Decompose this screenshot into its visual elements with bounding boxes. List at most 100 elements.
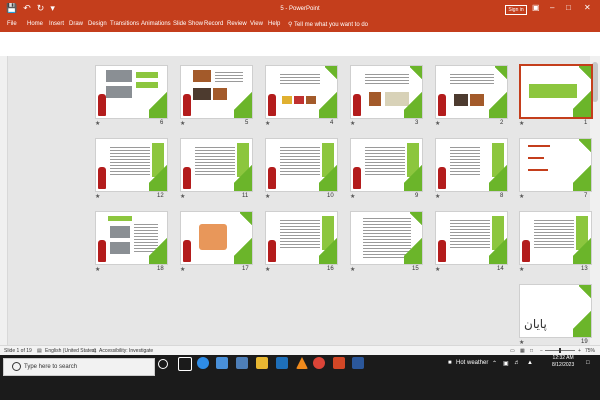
task-view-icon[interactable] <box>178 357 192 371</box>
slide-thumbnail-13[interactable] <box>519 211 592 265</box>
transition-star-icon: ★ <box>350 267 356 273</box>
language-status[interactable]: English (United States) <box>45 348 96 354</box>
edge-icon[interactable] <box>197 357 209 369</box>
transition-star-icon: ★ <box>265 121 271 127</box>
slide-thumbnail-6[interactable] <box>95 65 168 119</box>
slide-thumbnail-5[interactable] <box>180 65 253 119</box>
accessibility-status[interactable]: Accessibility: Investigate <box>99 348 153 354</box>
clock[interactable]: 12:32 AM 8/12/2023 <box>552 355 574 369</box>
tab-draw[interactable]: Draw <box>69 21 83 27</box>
ribbon-tabs: File Home Insert Draw Design Transitions… <box>0 18 600 32</box>
tab-animations[interactable]: Animations <box>141 21 171 27</box>
slide-number: 9 <box>415 193 419 199</box>
zoom-level[interactable]: 75% <box>585 348 595 354</box>
slide-thumbnail-14[interactable] <box>435 211 508 265</box>
slide-thumbnail-12[interactable] <box>95 138 168 192</box>
slide-thumbnail-3[interactable] <box>350 65 423 119</box>
vlc-icon[interactable] <box>296 357 308 369</box>
maximize-icon[interactable]: □ <box>566 3 571 12</box>
tab-transitions[interactable]: Transitions <box>110 21 139 27</box>
tell-me-label: Tell me what you want to do <box>293 22 368 28</box>
slide-thumbnail-4[interactable] <box>265 65 338 119</box>
tab-insert[interactable]: Insert <box>49 21 64 27</box>
language-indicator-icon[interactable]: ▲ <box>527 360 533 366</box>
slide-sorter-icon[interactable]: ▦ <box>520 348 525 354</box>
tell-me-search[interactable]: ⚲ Tell me what you want to do <box>288 21 368 28</box>
tab-slide-show[interactable]: Slide Show <box>173 21 203 27</box>
weather-icon[interactable]: ■ <box>448 360 452 366</box>
file-explorer-icon[interactable] <box>256 357 268 369</box>
zoom-out-icon[interactable]: − <box>540 348 543 354</box>
app-icon[interactable] <box>276 357 288 369</box>
sign-in-button[interactable]: Sign in <box>505 5 527 15</box>
slide-number: 14 <box>497 266 504 272</box>
slide-thumbnail-10[interactable] <box>265 138 338 192</box>
tab-help[interactable]: Help <box>268 21 280 27</box>
volume-icon[interactable]: ♬ <box>514 360 520 366</box>
close-icon[interactable]: ✕ <box>584 3 591 12</box>
zoom-in-icon[interactable]: + <box>578 348 581 354</box>
slide-number: 18 <box>157 266 164 272</box>
title-bar: 💾 ↶ ↻ ▾ 5 - PowerPoint Sign in ▣ – □ ✕ F… <box>0 0 600 32</box>
reading-view-icon[interactable]: □ <box>530 348 533 354</box>
transition-star-icon: ★ <box>350 121 356 127</box>
chrome-icon[interactable] <box>313 357 325 369</box>
transition-star-icon: ★ <box>519 194 525 200</box>
cortana-icon[interactable] <box>158 359 168 369</box>
tab-record[interactable]: Record <box>204 21 223 27</box>
accessibility-icon[interactable]: ⚖ <box>92 348 96 354</box>
tab-review[interactable]: Review <box>227 21 247 27</box>
transition-star-icon: ★ <box>435 121 441 127</box>
slide-thumbnail-7[interactable] <box>519 138 592 192</box>
slide-number: 3 <box>415 120 419 126</box>
transition-star-icon: ★ <box>350 194 356 200</box>
slide-number: 4 <box>330 120 334 126</box>
slide-number: 12 <box>157 193 164 199</box>
clock-date: 8/12/2023 <box>552 362 575 368</box>
slide-thumbnail-2[interactable] <box>435 65 508 119</box>
slide-thumbnail-18[interactable] <box>95 211 168 265</box>
slide-thumbnail-8[interactable] <box>435 138 508 192</box>
transition-star-icon: ★ <box>435 194 441 200</box>
spelling-icon[interactable]: ▤ <box>37 348 42 354</box>
windows-store-icon[interactable] <box>216 357 228 369</box>
slide-number: 5 <box>245 120 249 126</box>
slide-thumbnail-11[interactable] <box>180 138 253 192</box>
slide-thumbnail-16[interactable] <box>265 211 338 265</box>
search-placeholder: Type here to search <box>24 364 78 370</box>
normal-view-icon[interactable]: ▭ <box>510 348 515 354</box>
slide-number: 7 <box>584 193 588 199</box>
weather-status[interactable]: Hot weather <box>456 360 488 366</box>
slide-thumbnail-19[interactable]: پایان <box>519 284 592 338</box>
taskbar: Type here to search ■ Hot weather ⌃ ▣ ♬ … <box>0 355 600 400</box>
clock-time: 12:32 AM <box>552 355 574 361</box>
slide-number: 15 <box>412 266 419 272</box>
slide-number: 17 <box>242 266 249 272</box>
ribbon-display-icon[interactable]: ▣ <box>532 3 540 12</box>
zoom-slider[interactable] <box>545 347 575 353</box>
transition-star-icon: ★ <box>180 121 186 127</box>
slide-number: 1 <box>584 120 588 126</box>
tab-design[interactable]: Design <box>88 21 107 27</box>
slide-number: 10 <box>327 193 334 199</box>
slide-number: 11 <box>242 193 249 199</box>
transition-star-icon: ★ <box>95 194 101 200</box>
network-icon[interactable]: ▣ <box>503 360 509 367</box>
transition-star-icon: ★ <box>95 121 101 127</box>
notification-icon[interactable]: □ <box>586 360 590 366</box>
tab-file[interactable]: File <box>7 21 17 27</box>
photos-icon[interactable] <box>236 357 248 369</box>
slide-thumbnail-17[interactable] <box>180 211 253 265</box>
minimize-icon[interactable]: – <box>550 3 554 12</box>
tab-view[interactable]: View <box>250 21 263 27</box>
taskbar-search[interactable]: Type here to search <box>3 358 155 376</box>
slide-number: 8 <box>500 193 504 199</box>
tab-home[interactable]: Home <box>27 21 43 27</box>
powerpoint-icon[interactable] <box>333 357 345 369</box>
word-icon[interactable] <box>352 357 364 369</box>
slide-thumbnail-15[interactable] <box>350 211 423 265</box>
tray-expand-icon[interactable]: ⌃ <box>492 360 497 367</box>
slide-thumbnail-9[interactable] <box>350 138 423 192</box>
slide-number: 13 <box>581 266 588 272</box>
slide-thumbnail-1[interactable] <box>519 64 593 119</box>
